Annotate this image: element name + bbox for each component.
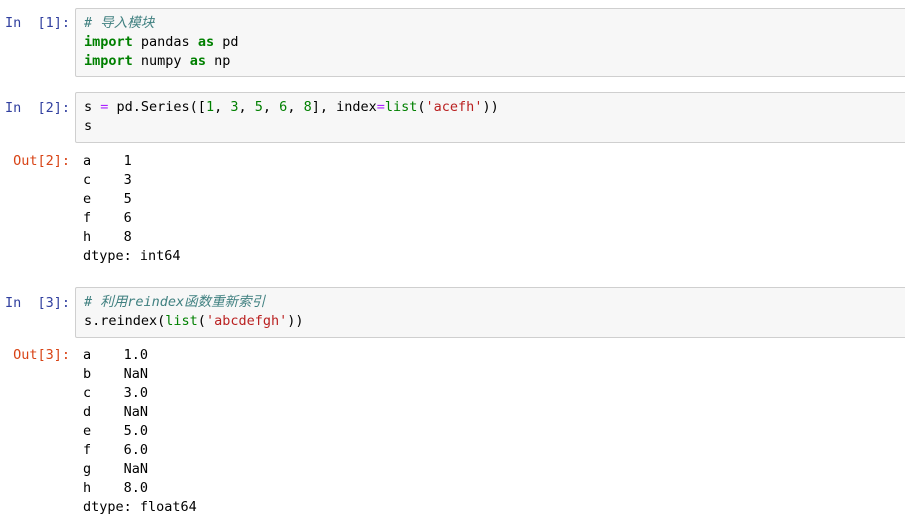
code-token: ,: [214, 99, 231, 115]
code-token: as: [197, 34, 215, 50]
output-prompt: Out[2]:: [13, 153, 70, 169]
output-line: g NaN: [83, 461, 149, 477]
code-input[interactable]: # 利用reindex函数重新索引 s.reindex(list('abcdefg…: [75, 287, 905, 338]
input-prompt: In [3]:: [4, 295, 70, 311]
code-token: )): [482, 99, 499, 115]
output-line: c 3: [83, 172, 132, 188]
code-token: np: [205, 53, 231, 69]
code-token: 8: [303, 99, 312, 115]
code-token: as: [189, 53, 206, 69]
output-line: a 1: [83, 153, 132, 169]
code-token: ], index: [311, 99, 377, 115]
code-token: list: [165, 313, 198, 329]
output-line: e 5: [83, 191, 132, 207]
code-token: ,: [238, 99, 255, 115]
code-token: # 导入模块: [84, 15, 155, 31]
code-token: 5: [254, 99, 263, 115]
output-text: a 1 c 3 e 5 f 6 h 8 dtype: int64: [83, 152, 181, 266]
output-line: dtype: int64: [83, 248, 181, 264]
output-line: h 8: [83, 229, 132, 245]
code-token: numpy: [132, 53, 190, 69]
output-line: h 8.0: [83, 480, 149, 496]
code-line: import numpy as np: [84, 52, 905, 71]
output-line: f 6: [83, 210, 132, 226]
code-token: 1: [205, 99, 215, 115]
code-token: 3: [230, 99, 239, 115]
code-token: pd.Series([: [108, 99, 206, 115]
output-prompt: Out[3]:: [13, 347, 70, 363]
code-token: import: [84, 34, 133, 50]
code-line: s = pd.Series([1, 3, 5, 6, 8], index=lis…: [84, 98, 905, 117]
code-token: 'acefh': [425, 99, 483, 115]
code-line: # 导入模块: [84, 14, 905, 33]
code-token: ,: [262, 99, 280, 115]
code-token: (: [197, 313, 206, 329]
code-token: s: [84, 99, 101, 115]
code-token: =: [376, 99, 385, 115]
input-prompt: In [1]:: [4, 15, 70, 31]
code-token: )): [287, 313, 304, 329]
output-line: e 5.0: [83, 423, 149, 439]
code-line: s: [84, 117, 905, 136]
input-prompt: In [2]:: [4, 100, 70, 116]
code-token: ,: [287, 99, 304, 115]
code-token: s.reindex(: [84, 313, 166, 329]
code-line: import pandas as pd: [84, 33, 905, 52]
output-line: d NaN: [83, 404, 149, 420]
code-token: # 利用reindex函数重新索引: [84, 294, 266, 310]
code-input[interactable]: s = pd.Series([1, 3, 5, 6, 8], index=lis…: [75, 92, 905, 143]
output-line: c 3.0: [83, 385, 149, 401]
output-text: a 1.0 b NaN c 3.0 d NaN e 5.0 f 6.0 g NaN h 8.0…: [83, 346, 197, 517]
output-line: b NaN: [83, 366, 149, 382]
code-token: 'abcdefgh': [205, 313, 288, 329]
code-token: import: [84, 53, 133, 69]
code-token: s: [84, 118, 93, 134]
output-line: dtype: float64: [83, 499, 197, 515]
code-line: s.reindex(list('abcdefgh')): [84, 312, 905, 331]
code-token: (: [417, 99, 426, 115]
output-line: f 6.0: [83, 442, 149, 458]
code-input[interactable]: # 导入模块 import pandas as pd import numpy as…: [75, 8, 905, 77]
output-line: a 1.0: [83, 347, 149, 363]
code-line: # 利用reindex函数重新索引: [84, 293, 905, 312]
code-token: pandas: [132, 34, 198, 50]
code-token: pd: [214, 34, 239, 50]
code-token: list: [384, 99, 418, 115]
